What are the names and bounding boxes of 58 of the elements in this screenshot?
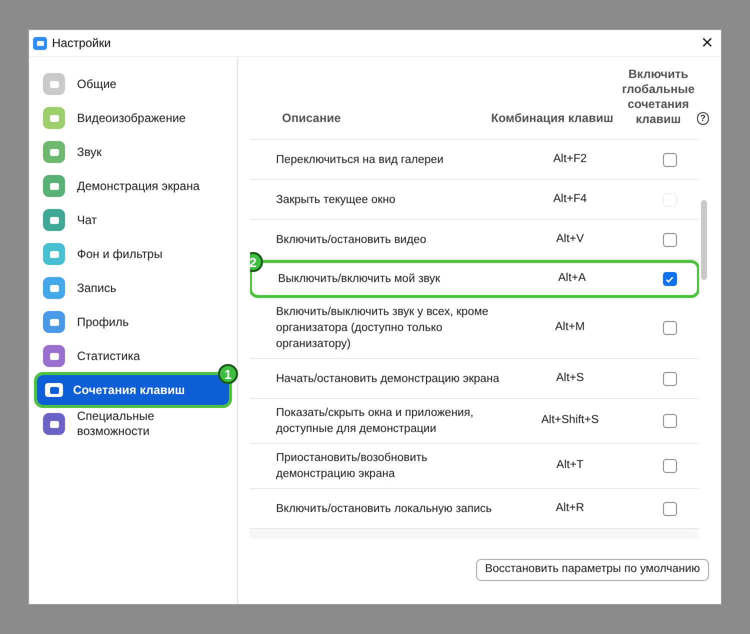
category-icon (43, 277, 65, 299)
sidebar-item[interactable]: Демонстрация экрана (37, 169, 229, 203)
shortcut-description: Начать/остановить демонстрацию экрана (275, 372, 500, 386)
global-checkbox[interactable] (662, 321, 676, 335)
category-icon (43, 141, 65, 163)
shortcut-keys: Alt+Shift+S (500, 412, 640, 430)
category-icon (43, 73, 65, 95)
sidebar-item[interactable]: Специальные возможности (37, 407, 229, 441)
shortcut-description: Включить/выключить звук у всех, кроме организатора (доступно только организатору) (275, 305, 490, 352)
sidebar-item[interactable]: Видеоизображение (37, 101, 229, 135)
shortcut-description: Приостановить/возобновить демонстрацию экрана (275, 451, 428, 482)
shortcut-description: Показать/скрыть окна и приложения, доступные для демонстрации (275, 406, 474, 437)
shortcut-keys: Alt+F2 (500, 150, 640, 168)
global-checkbox[interactable] (662, 414, 676, 428)
sidebar-item[interactable]: Запись (37, 271, 229, 305)
shortcut-description: Включить/остановить локальную запись (275, 502, 493, 516)
scrollbar-thumb[interactable] (701, 200, 707, 280)
global-checkbox[interactable] (662, 232, 676, 246)
restore-defaults-button[interactable]: Восстановить параметры по умолчанию (476, 559, 709, 581)
shortcut-keys: Alt+F4 (500, 190, 640, 208)
category-icon (43, 209, 65, 231)
global-checkbox[interactable] (662, 272, 676, 286)
global-checkbox[interactable] (662, 372, 676, 386)
shortcut-keys: Alt+T (500, 457, 640, 475)
category-icon (43, 107, 65, 129)
shortcut-description: Переключиться на вид галереи (275, 152, 445, 168)
global-checkbox[interactable] (662, 459, 676, 473)
checkmark-icon (665, 274, 674, 284)
shortcut-keys: Alt+S (500, 370, 640, 388)
shortcut-keys: Alt+A (502, 270, 642, 288)
help-icon[interactable]: ? (696, 112, 710, 125)
close-button[interactable]: × (697, 33, 717, 53)
category-icon (43, 243, 65, 265)
shortcut-keys: Alt+V (500, 230, 640, 248)
category-icon (43, 311, 65, 333)
step-number-badge: 2 (250, 252, 263, 272)
window-title: Настройки (52, 35, 112, 52)
shortcut-description: Закрыть текущее окно (275, 192, 396, 208)
sidebar-item[interactable]: Чат (37, 203, 229, 237)
category-icon (43, 345, 65, 367)
sidebar-item[interactable]: Общие (37, 67, 229, 101)
shortcut-description: Выключить/включить мой звук (277, 272, 442, 287)
column-header: Включить глобальные сочетания клавиш (622, 67, 695, 127)
app-icon (33, 36, 47, 50)
category-icon (43, 413, 65, 435)
shortcut-keys: Alt+R (500, 500, 640, 518)
shortcut-description: Включить/остановить видео (275, 232, 428, 248)
sidebar-item[interactable]: Профиль (37, 305, 229, 339)
category-icon (45, 383, 63, 397)
shortcut-keys: Alt+M (500, 319, 640, 337)
global-checkbox[interactable] (662, 152, 676, 166)
category-icon (43, 175, 65, 197)
step-number-badge: 1 (218, 364, 238, 384)
sidebar-item[interactable]: Звук (37, 135, 229, 169)
column-header: Комбинация клавиш (490, 110, 614, 127)
column-header: Описание (281, 110, 342, 127)
sidebar-item[interactable]: Фон и фильтры (37, 237, 229, 271)
global-checkbox[interactable] (662, 502, 676, 516)
